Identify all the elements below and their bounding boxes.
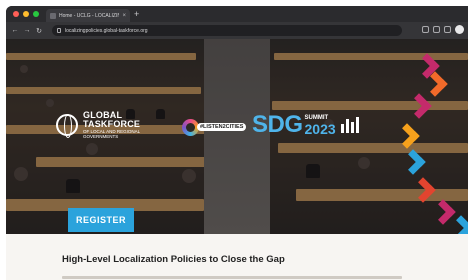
tab-bar: Home - UCLG - LOCALIZING T × + [6,6,468,22]
sdg-summit-block: SUMMIT 2023 [305,115,336,136]
sdg-wordmark: SDG [252,111,303,138]
register-button[interactable]: REGISTER [68,208,134,232]
close-tab-icon[interactable]: × [122,13,126,19]
sdg-bar [340,124,344,133]
browser-tab[interactable]: Home - UCLG - LOCALIZING T × [46,9,130,22]
toolbar-actions [422,25,464,34]
listen2cities-logo: #LISTEN2CITIES [182,117,247,139]
reload-icon[interactable]: ↻ [33,27,45,35]
favicon-icon [50,12,56,19]
listen2cities-hashtag: #LISTEN2CITIES [197,123,247,131]
profile-avatar[interactable] [455,25,464,34]
sdg-bar [345,119,349,133]
sdg-summit-logo: SDG SUMMIT 2023 [252,113,359,137]
sdg-bar [355,117,359,133]
sdg-year: 2023 [304,120,336,137]
globe-icon [56,114,78,138]
window-controls [13,11,39,17]
sidebar-icon[interactable] [444,26,451,33]
global-taskforce-logo: GLOBAL TASKFORCE OF LOCAL AND REGIONAL G… [56,111,140,139]
sdg-bars-icon [340,117,359,133]
maximize-window-button[interactable] [33,11,39,17]
global-taskforce-wordmark: GLOBAL TASKFORCE OF LOCAL AND REGIONAL G… [83,111,141,140]
new-tab-button[interactable]: + [134,9,139,19]
extensions-icon[interactable] [433,26,440,33]
url-text: localizingpolicies.global-taskforce.org [65,27,148,34]
browser-window: Home - UCLG - LOCALIZING T × + ← → ↻ loc… [6,6,468,280]
forward-icon[interactable]: → [21,27,33,34]
tab-title: Home - UCLG - LOCALIZING T [59,12,120,19]
hero-banner: GLOBAL TASKFORCE OF LOCAL AND REGIONAL G… [6,39,468,234]
page-content: High-Level Localization Policies to Clos… [6,234,468,280]
back-icon[interactable]: ← [9,27,21,34]
gtf-line-4: GOVERNMENTS [83,134,119,139]
minimize-window-button[interactable] [23,11,29,17]
intro-text-line [62,276,402,279]
address-bar[interactable]: localizingpolicies.global-taskforce.org [52,25,402,36]
browser-toolbar: ← → ↻ localizingpolicies.global-taskforc… [6,22,468,39]
listen-ring-center [186,123,195,132]
bookmark-icon[interactable] [422,26,429,33]
gtf-line-2: TASKFORCE [83,119,141,129]
sdg-bar [350,122,354,133]
lock-icon [57,28,61,33]
close-window-button[interactable] [13,11,19,17]
page-heading: High-Level Localization Policies to Clos… [62,254,285,265]
